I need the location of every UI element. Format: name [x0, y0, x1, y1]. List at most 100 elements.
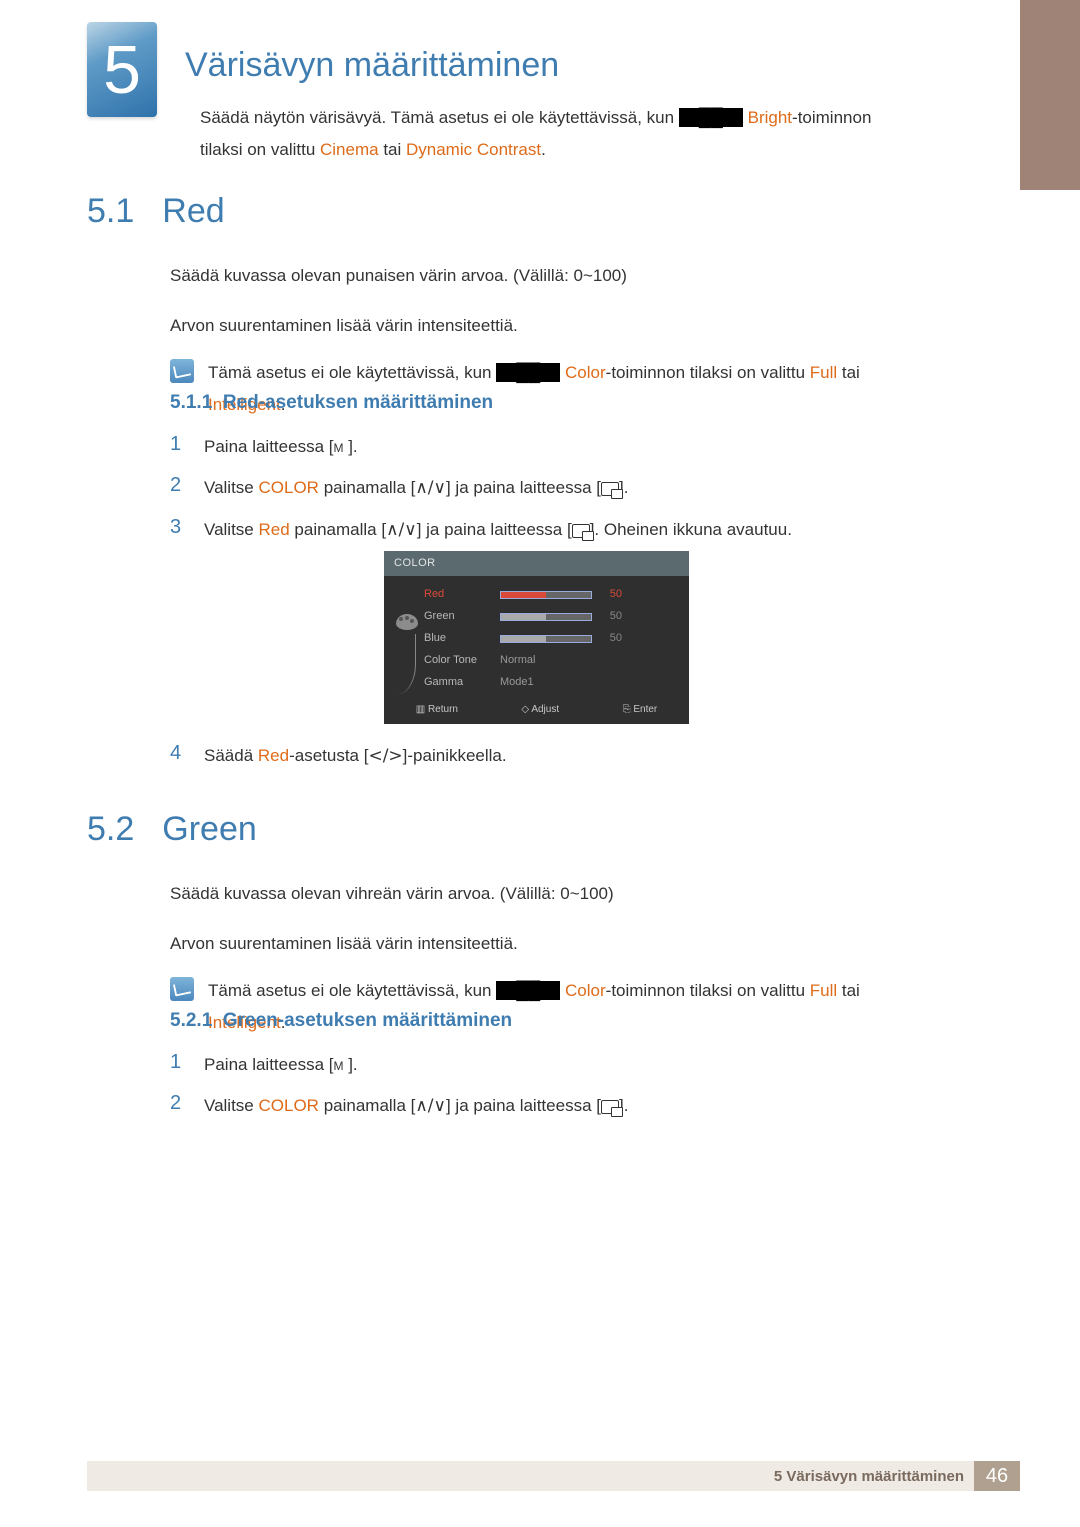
- steps-5-1: 1 Paina laitteessa [m ]. 2 Valitse COLOR…: [170, 426, 910, 777]
- step-num: 4: [170, 742, 186, 770]
- p-red-intensity: Arvon suurentaminen lisää värin intensit…: [170, 310, 910, 342]
- step-body: Valitse COLOR painamalla [∧/∨] ja paina …: [204, 1092, 910, 1120]
- step-body: Valitse COLOR painamalla [∧/∨] ja paina …: [204, 474, 910, 502]
- osd-title: COLOR: [384, 551, 689, 577]
- palette-icon: [396, 614, 418, 630]
- note-p1: Tämä asetus ei ole käytettävissä, kun: [208, 981, 496, 1000]
- s2b: painamalla [: [319, 478, 415, 497]
- enter-icon: [601, 482, 619, 496]
- osd-enter: ⎘ Enter: [623, 702, 658, 718]
- step-num: 1: [170, 433, 186, 460]
- s2c: ] ja paina laitteessa [: [446, 478, 601, 497]
- s1a: Paina laitteessa [: [204, 1055, 333, 1074]
- note-or: tai: [837, 363, 860, 382]
- osd-row-colortone: Color Tone Normal: [424, 650, 683, 672]
- p-red-range: Säädä kuvassa olevan punaisen värin arvo…: [170, 260, 910, 292]
- intro-or: tai: [379, 140, 406, 159]
- note-or: tai: [837, 981, 860, 1000]
- step-3: 3 Valitse Red painamalla [∧/∨] ja paina …: [170, 509, 910, 735]
- s1b: ].: [348, 1055, 357, 1074]
- osd-label: Blue: [424, 630, 500, 648]
- section-title: Red: [162, 192, 224, 231]
- chapter-intro: Säädä näytön värisävyä. Tämä asetus ei o…: [200, 102, 900, 167]
- section-5-1-header: 5.1 Red: [87, 192, 225, 231]
- note-full: Full: [810, 981, 837, 1000]
- s2a: Valitse: [204, 1096, 259, 1115]
- step-num: 3: [170, 516, 186, 728]
- step-body: Paina laitteessa [m ].: [204, 433, 910, 460]
- s4-red: Red: [258, 746, 289, 765]
- intro-text: Säädä näytön värisävyä. Tämä asetus ei o…: [200, 108, 679, 127]
- step-body: Valitse Red painamalla [∧/∨] ja paina la…: [204, 516, 910, 728]
- step-num: 2: [170, 1092, 186, 1120]
- arrows-icon: ∧/∨: [415, 478, 446, 498]
- osd-label: Color Tone: [424, 652, 500, 670]
- osd-row-green: Green 50: [424, 606, 683, 628]
- chapter-title: Värisävyn määrittäminen: [185, 46, 559, 85]
- osd-value: 50: [598, 608, 622, 626]
- step-num: 1: [170, 1051, 186, 1078]
- osd-enter-label: Enter: [633, 704, 657, 715]
- m-key: m: [333, 437, 343, 456]
- note-icon: [170, 977, 194, 1001]
- intro-cinema: Cinema: [320, 140, 379, 159]
- s4b: -asetusta [: [289, 746, 368, 765]
- osd-left-pane: [390, 584, 424, 694]
- osd-list: Red 50 Green 50: [424, 584, 683, 694]
- curve-decoration: [398, 634, 416, 694]
- note-full: Full: [810, 363, 837, 382]
- redacted-block: ██: [679, 108, 743, 127]
- enter-icon: [601, 1100, 619, 1114]
- arrows-icon: ∧/∨: [386, 520, 417, 540]
- osd-adjust: ◇ Adjust: [521, 702, 559, 718]
- note-p2: -toiminnon tilaksi on valittu: [606, 981, 810, 1000]
- osd-value: Normal: [500, 652, 535, 670]
- subsec-num: 5.2.1: [170, 1010, 212, 1031]
- step-1: 1 Paina laitteessa [m ].: [170, 1044, 910, 1085]
- enter-icon: [572, 524, 590, 538]
- intro-bright: Bright: [748, 108, 792, 127]
- redacted-block: ██: [496, 981, 560, 1000]
- s2-color: COLOR: [259, 1096, 319, 1115]
- note-color: Color: [565, 363, 606, 382]
- step-1: 1 Paina laitteessa [m ].: [170, 426, 910, 467]
- chapter-badge: 5: [87, 22, 157, 117]
- s1a: Paina laitteessa [: [204, 437, 333, 456]
- osd-row-blue: Blue 50: [424, 628, 683, 650]
- section-number: 5.2: [87, 810, 134, 849]
- chapter-number: 5: [103, 31, 141, 109]
- note-icon: [170, 359, 194, 383]
- section-number: 5.1: [87, 192, 134, 231]
- steps-5-2: 1 Paina laitteessa [m ]. 2 Valitse COLOR…: [170, 1044, 910, 1127]
- s3-red: Red: [259, 520, 290, 539]
- step-4: 4 Säädä Red-asetusta [</>]-painikkeella.: [170, 735, 910, 777]
- step-2: 2 Valitse COLOR painamalla [∧/∨] ja pain…: [170, 1085, 910, 1127]
- page-footer: 5 Värisävyn määrittäminen 46: [87, 1461, 1020, 1491]
- s4a: Säädä: [204, 746, 258, 765]
- s2c: ] ja paina laitteessa [: [446, 1096, 601, 1115]
- p-green-intensity: Arvon suurentaminen lisää värin intensit…: [170, 928, 910, 960]
- s3b: painamalla [: [290, 520, 386, 539]
- osd-body: Red 50 Green 50: [384, 576, 689, 696]
- s1b: ].: [348, 437, 357, 456]
- step-num: 2: [170, 474, 186, 502]
- s2-color: COLOR: [259, 478, 319, 497]
- osd-bar: 50: [500, 608, 683, 626]
- p-green-range: Säädä kuvassa olevan vihreän värin arvoa…: [170, 878, 910, 910]
- osd-return-label: Return: [428, 704, 458, 715]
- osd-row-gamma: Gamma Mode1: [424, 672, 683, 694]
- redacted-block: ██: [496, 363, 560, 382]
- section-5-2-header: 5.2 Green: [87, 810, 257, 849]
- note-color: Color: [565, 981, 606, 1000]
- step-2: 2 Valitse COLOR painamalla [∧/∨] ja pain…: [170, 467, 910, 509]
- section-title: Green: [162, 810, 257, 849]
- arrows-icon: ∧/∨: [415, 1096, 446, 1116]
- s3d: ]. Oheinen ikkuna avautuu.: [590, 520, 792, 539]
- osd-value: Mode1: [500, 674, 534, 692]
- osd-value: 50: [598, 630, 622, 648]
- osd-window: COLOR Red 50: [384, 551, 689, 725]
- m-key: m: [333, 1055, 343, 1074]
- subsec-title-text: Red-asetuksen määrittäminen: [223, 392, 493, 413]
- osd-footer: ▥ Return ◇ Adjust ⎘ Enter: [384, 696, 689, 718]
- page-number: 46: [974, 1461, 1020, 1491]
